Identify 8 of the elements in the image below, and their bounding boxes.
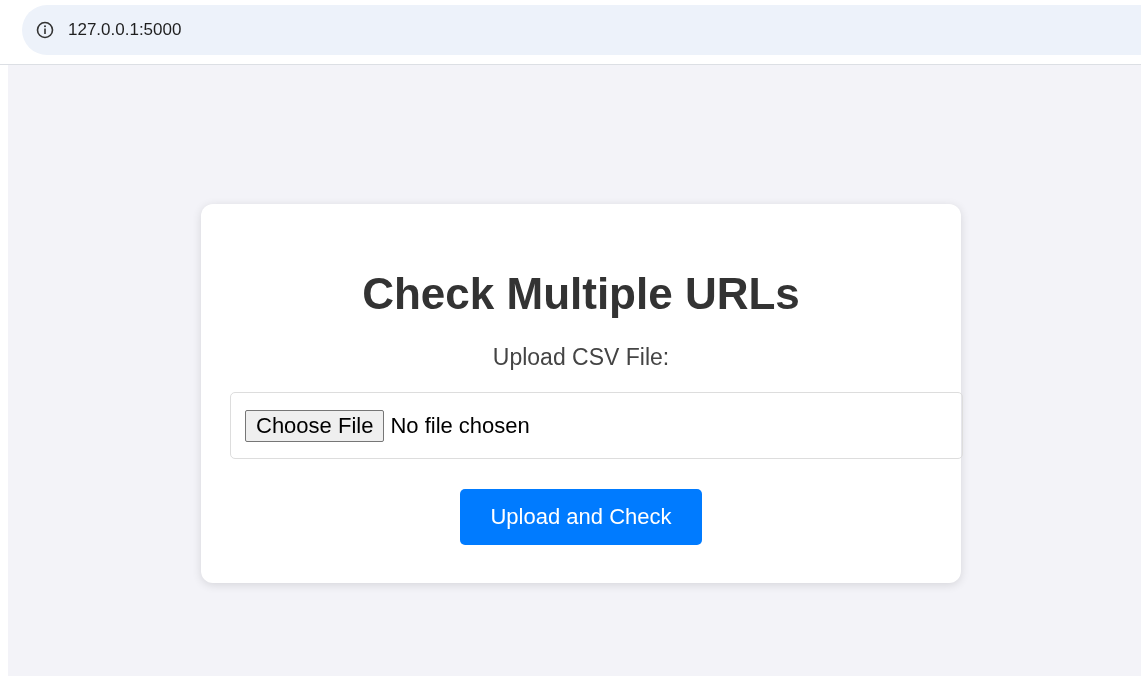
choose-file-button[interactable]: Choose File (245, 409, 385, 442)
info-icon[interactable] (36, 21, 54, 39)
form-title: Check Multiple URLs (361, 268, 801, 320)
file-status-text: No file chosen (390, 412, 530, 439)
upload-label: Upload CSV File: (491, 344, 671, 370)
upload-button[interactable]: Upload and Check (460, 489, 702, 545)
address-text[interactable]: 127.0.0.1:5000 (68, 20, 182, 40)
file-input-field[interactable]: Choose File No file chosen (230, 392, 963, 459)
